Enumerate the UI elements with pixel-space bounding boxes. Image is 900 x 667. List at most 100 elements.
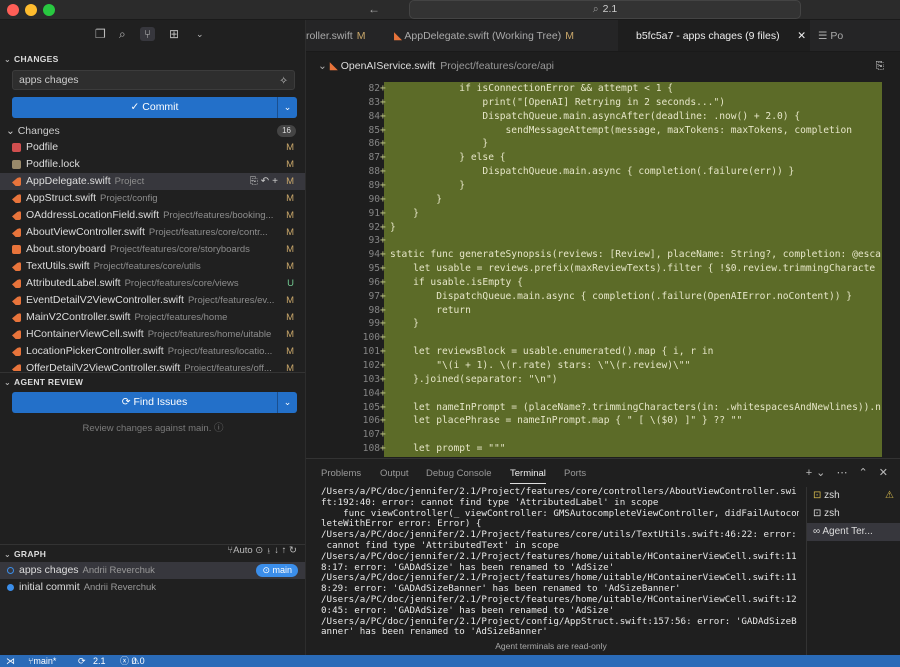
commit-button[interactable]: ✓ Commit ⌄ (12, 97, 297, 118)
tab-debug-console[interactable]: Debug Console (426, 468, 492, 479)
problems-status[interactable]: ⓧ 0 ⚠ 0 (120, 655, 145, 667)
file-row[interactable]: Podfile M (0, 139, 305, 156)
tab-po[interactable]: ☰ Po (818, 20, 843, 51)
commit-message-input[interactable]: apps chages ✧ (12, 70, 295, 90)
swift-file-icon (12, 262, 21, 271)
added-marker-icon: + (380, 373, 386, 385)
file-row[interactable]: EventDetailV2ViewController.swift Project… (0, 292, 305, 309)
file-row[interactable]: AppStruct.swift Project/config M (0, 190, 305, 207)
open-file-icon[interactable]: ⎘ (250, 176, 261, 187)
close-window-button[interactable] (7, 4, 19, 16)
file-name: AppStruct.swift (26, 192, 97, 204)
code-line: 96+ if usable.isEmpty { (306, 276, 900, 290)
app-window: ← ⌕ 2.1 ❐ ⌕ ⑂ ⊞ ⌄ ⌄ CHANGES apps chages ✧ ✓… (0, 0, 900, 667)
file-status: M (286, 363, 294, 371)
chevron-down-icon[interactable]: ⌄ (196, 29, 204, 40)
terminal-item-zsh[interactable]: ⊡ zsh ⚠ (807, 487, 900, 505)
help-icon[interactable]: ⓘ (214, 423, 224, 434)
branch-status[interactable]: ⑂ main* (28, 655, 56, 667)
fetch-icon[interactable]: ⤓ (266, 545, 272, 556)
refresh-icon[interactable]: ↻ (289, 545, 297, 556)
terminal-list: ⊡ zsh ⚠ ⊡ zsh ∞ Agent Ter... (806, 487, 900, 656)
chevron-down-icon[interactable]: ⌄ (318, 60, 330, 72)
file-path: Project/features/home (134, 312, 228, 323)
added-marker-icon: + (380, 179, 386, 191)
code-line: 90+ } (306, 193, 900, 207)
code-editor[interactable]: 82+ if isConnectionError && attempt < 1 … (306, 80, 900, 458)
sidebar-toolbar: ❐ ⌕ ⑂ ⊞ ⌄ (0, 20, 305, 51)
tab-commit-diff[interactable]: b5fc5a7 - apps chages (9 files) ✕ (618, 20, 810, 51)
close-panel-icon[interactable]: ✕ (879, 467, 892, 479)
file-path: Project/features/core/utils (93, 261, 201, 272)
file-row[interactable]: AppDelegate.swift Project ⎘↶+ M (0, 173, 305, 190)
maximize-window-button[interactable] (43, 4, 55, 16)
file-path: Project/features/core/views (124, 278, 239, 289)
file-row[interactable]: HContainerViewCell.swift Project/features… (0, 326, 305, 343)
search-icon[interactable]: ⌕ (119, 27, 126, 42)
minimize-window-button[interactable] (25, 4, 37, 16)
commit-options-chevron-icon[interactable]: ⌄ (277, 97, 297, 118)
find-issues-options-chevron-icon[interactable]: ⌄ (277, 392, 297, 413)
tab-problems[interactable]: Problems (321, 468, 361, 479)
file-actions: ⎘↶+ (250, 173, 281, 190)
source-control-icon[interactable]: ⑂ (140, 27, 156, 41)
refresh-icon: ⟳ (121, 396, 134, 408)
code-text: let nameInPrompt = (placeName?.trimmingC… (390, 401, 881, 413)
panel-tabs: Problems Output Debug Console Terminal P… (306, 459, 796, 487)
line-number: 98 (368, 304, 380, 316)
pull-icon[interactable]: ↓ (274, 545, 279, 556)
tab-output[interactable]: Output (380, 468, 409, 479)
discard-icon[interactable]: ↶ (261, 176, 272, 187)
file-status: M (286, 142, 294, 153)
extensions-icon[interactable]: ⊞ (169, 27, 179, 41)
version-status[interactable]: 2.1 (93, 655, 106, 667)
commit-row[interactable]: initial commit Andrii Reverchuk (0, 579, 305, 596)
tab-appdelegate[interactable]: ◣ AppDelegate.swift (Working Tree) M (394, 20, 574, 51)
target-icon[interactable]: ⊙ (255, 545, 263, 556)
file-row[interactable]: MainV2Controller.swift Project/features/h… (0, 309, 305, 326)
code-text: DispatchQueue.main.async { completion(.f… (390, 166, 795, 178)
terminal-output[interactable]: /Users/a/PC/doc/jennifer/2.1/Project/fea… (321, 487, 799, 645)
code-text: DispatchQueue.main.async { completion(.f… (390, 290, 853, 302)
remote-icon[interactable]: ⋊ (6, 655, 15, 667)
file-row[interactable]: AboutViewController.swift Project/feature… (0, 224, 305, 241)
file-name: EventDetailV2ViewController.swift (26, 294, 184, 306)
tab-terminal[interactable]: Terminal (510, 468, 546, 484)
sync-icon[interactable]: ⟳ (78, 655, 86, 667)
tab-roller[interactable]: roller.swift M (306, 20, 365, 51)
added-marker-icon: + (380, 276, 386, 288)
maximize-panel-icon[interactable]: ⌃ (859, 467, 872, 479)
file-row[interactable]: TextUtils.swift Project/features/core/uti… (0, 258, 305, 275)
back-arrow-icon[interactable]: ← (368, 2, 380, 16)
commit-row[interactable]: apps chages Andrii Reverchuk ⊙ main (0, 562, 305, 579)
terminal-item-zsh[interactable]: ⊡ zsh (807, 505, 900, 523)
added-marker-icon: + (380, 304, 386, 316)
changes-group-header[interactable]: ⌄ Changes 16 (6, 123, 296, 139)
open-file-icon[interactable]: ⎘ (876, 52, 884, 80)
line-number: 97 (368, 290, 380, 302)
file-row[interactable]: LocationPickerController.swift Project/fe… (0, 343, 305, 360)
find-issues-button[interactable]: ⟳ Find Issues ⌄ (12, 392, 297, 413)
file-path: Project/features/booking... (163, 210, 274, 221)
changes-section-header[interactable]: ⌄ CHANGES (0, 50, 305, 68)
command-center-search[interactable]: ⌕ 2.1 (409, 0, 801, 19)
swift-file-icon (12, 211, 21, 220)
file-row[interactable]: AttributedLabel.swift Project/features/co… (0, 275, 305, 292)
agent-review-section-header[interactable]: ⌄ AGENT REVIEW (0, 372, 305, 390)
more-icon[interactable]: ⋯ (836, 467, 851, 479)
tab-ports[interactable]: Ports (564, 468, 586, 479)
copy-icon[interactable]: ❐ (95, 27, 106, 41)
file-row[interactable]: OfferDetailV2ViewController.swift Project… (0, 360, 305, 371)
file-row[interactable]: About.storyboard Project/features/core/st… (0, 241, 305, 258)
code-text: print("[OpenAI] Retrying in 2 seconds...… (390, 96, 726, 108)
changed-files-list: Podfile M Podfile.lock M AppDelegate.swift Pr… (0, 139, 305, 371)
push-icon[interactable]: ↑ (282, 545, 287, 556)
stage-icon[interactable]: + (272, 176, 281, 187)
file-row[interactable]: Podfile.lock M (0, 156, 305, 173)
terminal-item-agent[interactable]: ∞ Agent Ter... (807, 523, 900, 541)
close-tab-icon[interactable]: ✕ (797, 20, 806, 51)
file-status: M (286, 244, 294, 255)
file-row[interactable]: OAddressLocationField.swift Project/featu… (0, 207, 305, 224)
sparkle-icon[interactable]: ✧ (279, 72, 288, 90)
new-terminal-icon[interactable]: +⌄ (806, 467, 830, 479)
